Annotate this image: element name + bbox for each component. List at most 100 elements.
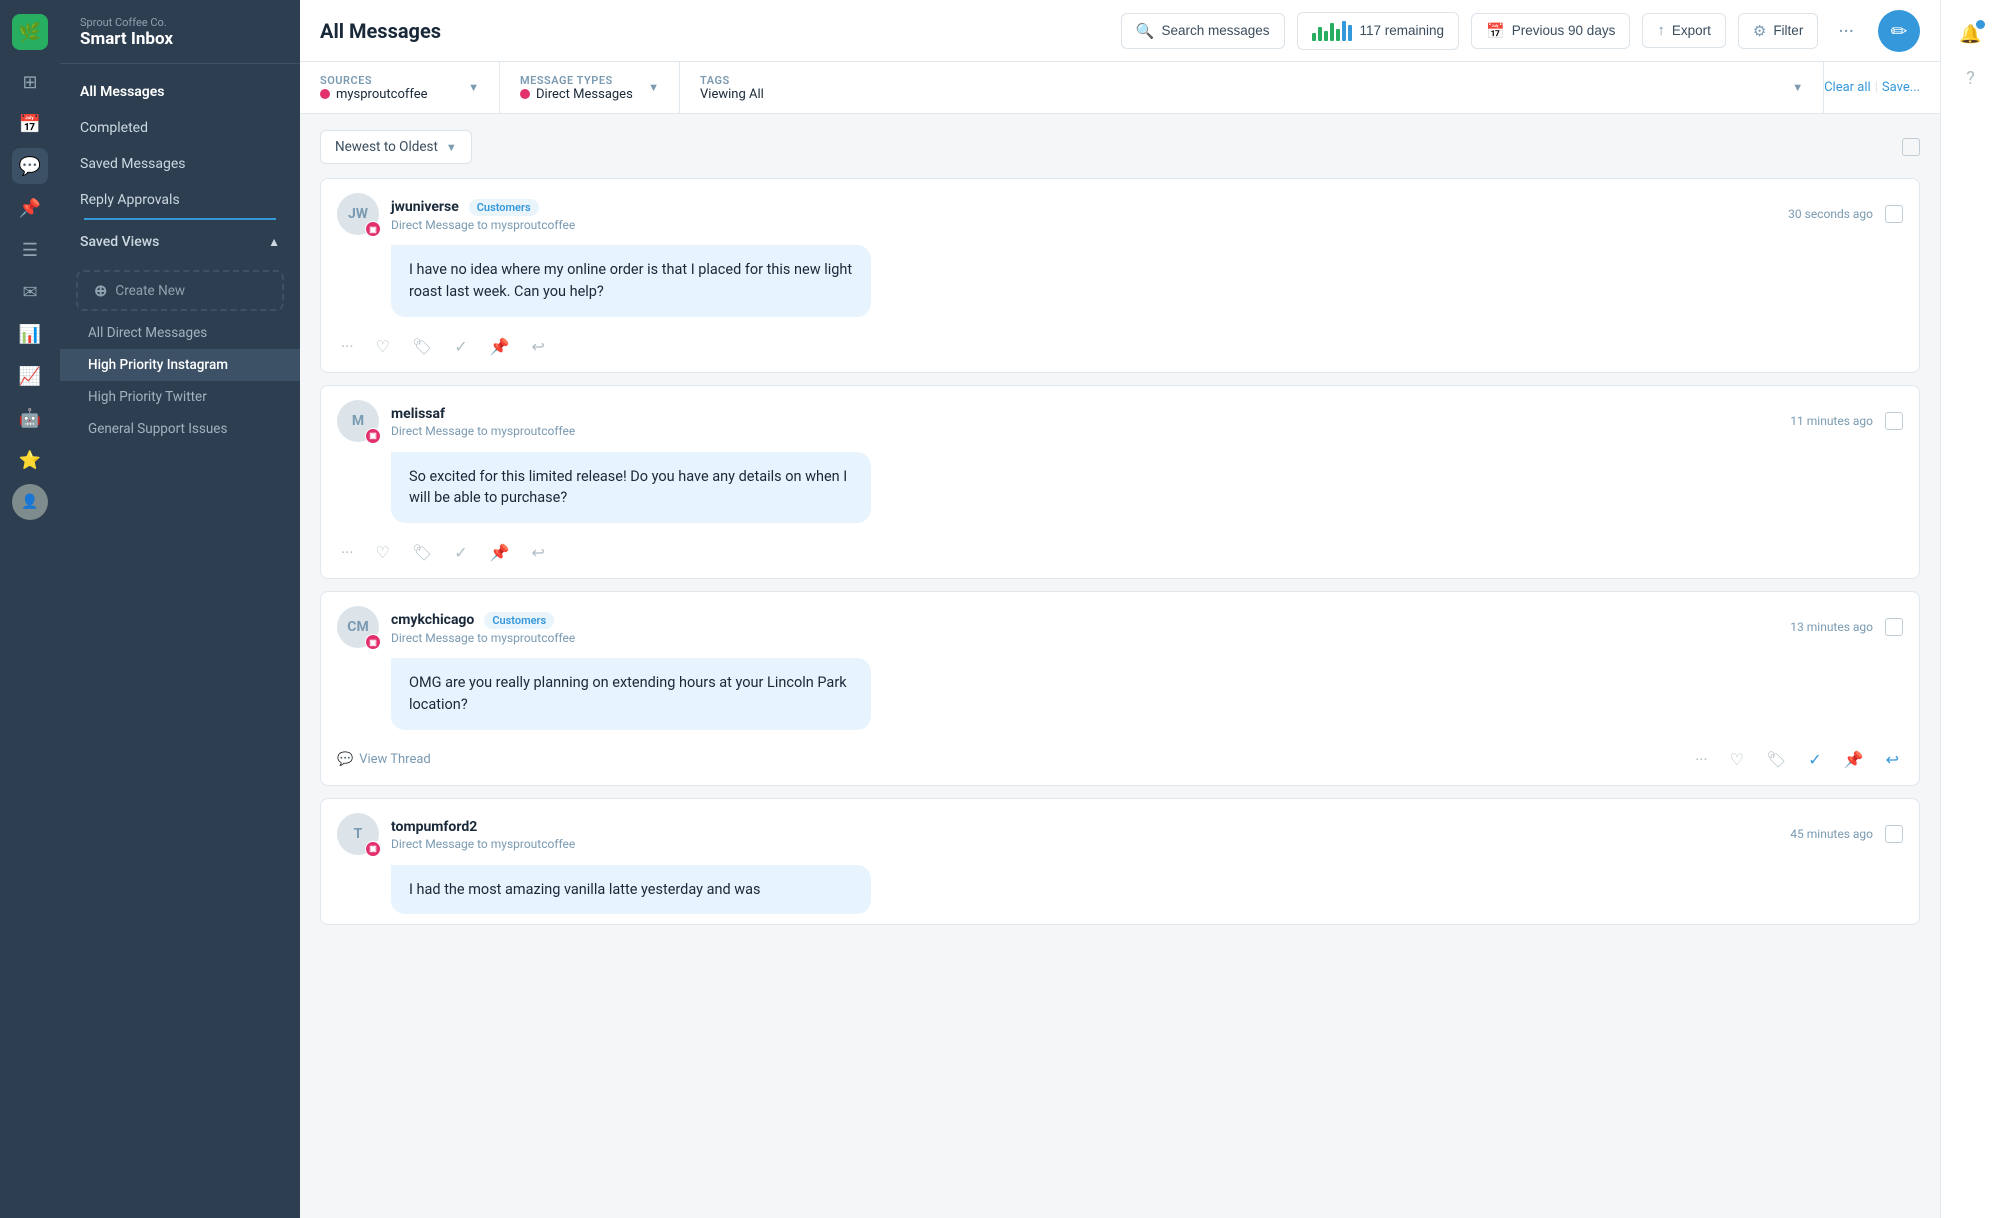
sort-chevron: ▼ <box>446 141 457 154</box>
msg-meta-2: melissaf Direct Message to mysproutcoffe… <box>391 403 1778 438</box>
view-thread-button[interactable]: 💬 View Thread <box>337 752 431 767</box>
export-label: Export <box>1672 23 1711 38</box>
sort-bar: Newest to Oldest ▼ <box>320 130 1920 164</box>
more-action-1[interactable]: ··· <box>337 333 358 360</box>
msg-time-1: 30 seconds ago <box>1788 207 1873 221</box>
save-link[interactable]: Save... <box>1882 80 1920 95</box>
message-header-4: T ▣ tompumford2 Direct Message to myspro… <box>321 799 1919 865</box>
msg-sub-2: Direct Message to mysproutcoffee <box>391 424 1778 438</box>
msg-checkbox-4[interactable] <box>1885 825 1903 843</box>
tags-label: Tags <box>700 74 764 87</box>
filter-label: Filter <box>1773 23 1803 38</box>
pin-action-1[interactable]: 📌 <box>486 333 514 360</box>
saved-view-general-support[interactable]: General Support Issues <box>60 413 300 445</box>
select-all-checkbox[interactable] <box>1902 138 1920 156</box>
sort-dropdown[interactable]: Newest to Oldest ▼ <box>320 130 472 164</box>
check-action-3[interactable]: ✓ <box>1804 746 1825 773</box>
saved-view-high-priority-instagram[interactable]: High Priority Instagram <box>60 349 300 381</box>
sidebar-item-saved-messages[interactable]: Saved Messages <box>60 146 300 182</box>
notification-badge <box>1976 20 1985 29</box>
remaining-button[interactable]: 117 remaining <box>1297 12 1460 50</box>
rail-icon-star[interactable]: ⭐ <box>12 442 48 478</box>
tag-action-3[interactable]: 🏷 <box>1762 746 1790 773</box>
more-action-2[interactable]: ··· <box>337 539 358 566</box>
pin-action-3[interactable]: 📌 <box>1840 746 1868 773</box>
sidebar-item-completed[interactable]: Completed <box>60 110 300 146</box>
username-2: melissaf <box>391 406 445 422</box>
message-card-3: CM ▣ cmykchicago Customers Direct Messag… <box>320 591 1920 786</box>
search-label: Search messages <box>1161 23 1269 38</box>
username-4: tompumford2 <box>391 819 477 835</box>
avatar-3: CM ▣ <box>337 606 379 648</box>
msg-meta-1: jwuniverse Customers Direct Message to m… <box>391 196 1776 232</box>
message-types-filter[interactable]: Message Types Direct Messages ▼ <box>500 62 680 113</box>
saved-view-high-priority-twitter[interactable]: High Priority Twitter <box>60 381 300 413</box>
platform-icon-2: ▣ <box>365 428 381 444</box>
username-row-2: melissaf <box>391 403 1778 422</box>
rail-icon-chart[interactable]: 📈 <box>12 358 48 394</box>
sidebar-item-reply-approvals[interactable]: Reply Approvals <box>60 182 300 218</box>
username-row-3: cmykchicago Customers <box>391 609 1778 629</box>
rail-icon-list[interactable]: ☰ <box>12 232 48 268</box>
right-help-icon[interactable]: ? <box>1953 60 1989 96</box>
like-action-1[interactable]: ♡ <box>372 333 394 360</box>
more-button[interactable]: ··· <box>1830 15 1862 47</box>
rail-icon-calendar[interactable]: 📅 <box>12 106 48 142</box>
saved-view-label-3: General Support Issues <box>88 421 227 437</box>
msg-checkbox-1[interactable] <box>1885 205 1903 223</box>
check-action-2[interactable]: ✓ <box>450 539 471 566</box>
rail-icon-bot[interactable]: 🤖 <box>12 400 48 436</box>
right-notification-icon[interactable]: 🔔 <box>1953 16 1989 52</box>
more-action-3[interactable]: ··· <box>1691 746 1712 773</box>
check-action-1[interactable]: ✓ <box>450 333 471 360</box>
sources-filter[interactable]: Sources mysproutcoffee ▼ <box>320 62 500 113</box>
sidebar-item-all-messages[interactable]: All Messages <box>60 74 300 110</box>
export-button[interactable]: ↑ Export <box>1642 13 1726 48</box>
rail-icon-analytics[interactable]: 📊 <box>12 316 48 352</box>
reply-action-1[interactable]: ↩ <box>528 333 549 360</box>
period-button[interactable]: 📅 Previous 90 days <box>1471 13 1630 49</box>
tag-action-1[interactable]: 🏷 <box>408 333 436 360</box>
user-avatar[interactable]: 👤 <box>12 484 48 520</box>
rail-icon-inbox[interactable]: 💬 <box>12 148 48 184</box>
msg-meta-3: cmykchicago Customers Direct Message to … <box>391 609 1778 645</box>
rail-icon-pin[interactable]: 📌 <box>12 190 48 226</box>
reply-action-2[interactable]: ↩ <box>528 539 549 566</box>
saved-view-all-direct-messages[interactable]: All Direct Messages <box>60 317 300 349</box>
like-action-3[interactable]: ♡ <box>1726 746 1748 773</box>
logo-icon[interactable]: 🌿 <box>12 14 48 50</box>
platform-icon-1: ▣ <box>365 221 381 237</box>
msg-time-2: 11 minutes ago <box>1790 414 1873 428</box>
rail-icon-send[interactable]: ✉ <box>12 274 48 310</box>
period-label: Previous 90 days <box>1512 23 1616 38</box>
remaining-label: 117 remaining <box>1360 23 1445 38</box>
like-action-2[interactable]: ♡ <box>372 539 394 566</box>
calendar-icon: 📅 <box>1486 22 1505 40</box>
msg-actions-2: ··· ♡ 🏷 ✓ 📌 ↩ <box>321 533 1919 578</box>
search-button[interactable]: 🔍 Search messages <box>1121 13 1285 49</box>
saved-views-section[interactable]: Saved Views ▲ <box>60 224 300 260</box>
search-icon: 🔍 <box>1136 22 1155 40</box>
tags-filter[interactable]: Tags Viewing All ▼ <box>680 62 1824 113</box>
compose-button[interactable]: ✏ <box>1878 10 1920 52</box>
msg-checkbox-2[interactable] <box>1885 412 1903 430</box>
saved-views-label: Saved Views <box>80 234 159 250</box>
msg-checkbox-3[interactable] <box>1885 618 1903 636</box>
filter-button[interactable]: ⚙ Filter <box>1738 13 1818 49</box>
msg-time-4: 45 minutes ago <box>1790 827 1873 841</box>
saved-view-label-1: High Priority Instagram <box>88 357 228 373</box>
section-underline <box>84 218 276 220</box>
sidebar-nav: All Messages Completed Saved Messages Re… <box>60 64 300 1218</box>
rail-icon-home[interactable]: ⊞ <box>12 64 48 100</box>
reply-action-3[interactable]: ↩ <box>1882 746 1903 773</box>
msg-time-3: 13 minutes ago <box>1790 620 1873 634</box>
platform-icon-3: ▣ <box>365 634 381 650</box>
tag-action-2[interactable]: 🏷 <box>408 539 436 566</box>
create-new-button[interactable]: ⊕ Create New <box>76 270 284 311</box>
sources-value: mysproutcoffee <box>320 87 428 102</box>
pin-action-2[interactable]: 📌 <box>486 539 514 566</box>
filter-actions: Clear all | Save... <box>1824 80 1920 95</box>
clear-all-link[interactable]: Clear all <box>1824 80 1871 95</box>
tags-chevron: ▼ <box>1792 81 1803 94</box>
avatar-4: T ▣ <box>337 813 379 855</box>
